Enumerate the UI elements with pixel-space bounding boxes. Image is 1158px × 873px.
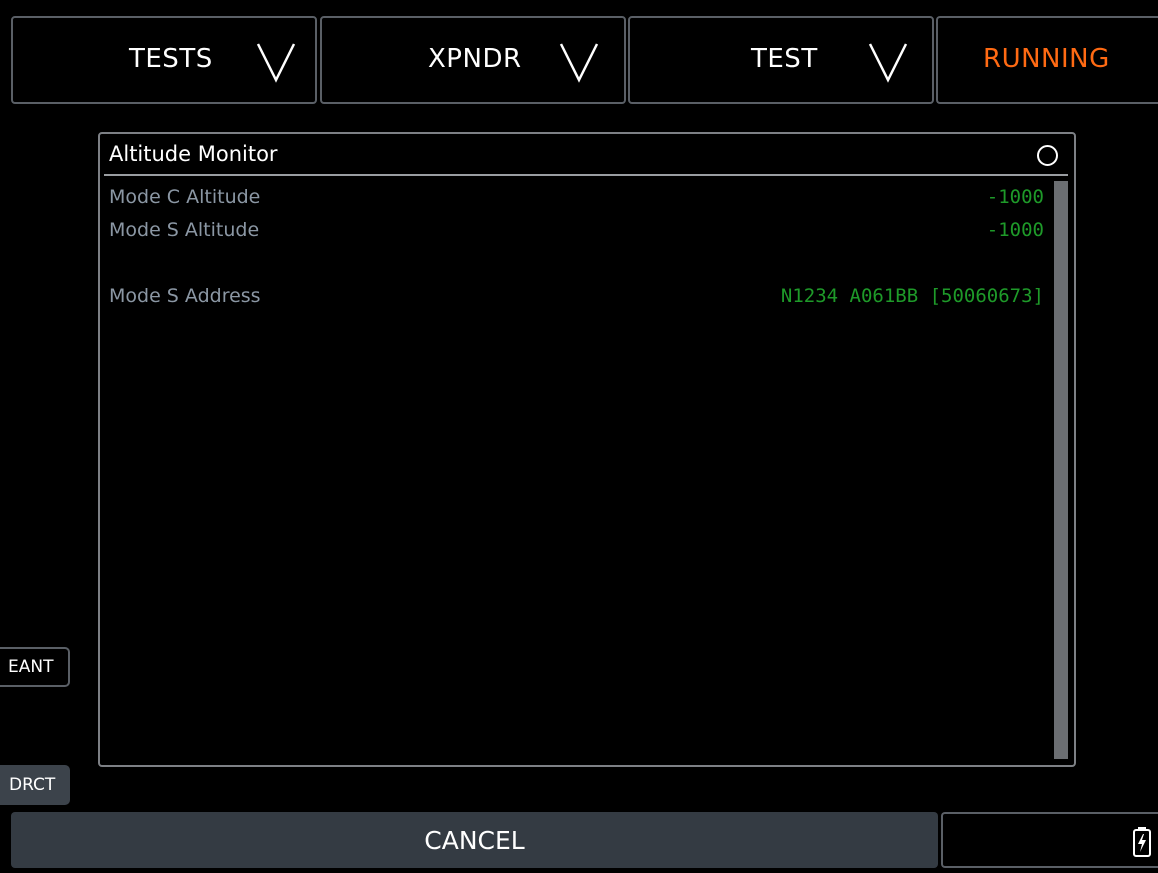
cancel-button[interactable]: CANCEL [11, 812, 938, 868]
circle-indicator-icon [1037, 145, 1058, 166]
battery-charging-icon [1133, 827, 1151, 857]
chevron-down-icon [256, 43, 296, 83]
mode-c-altitude-label: Mode C Altitude [109, 186, 261, 208]
xpndr-dropdown-label: XPNDR [428, 44, 522, 74]
mode-s-address-value: N1234 A061BB [50060673] [780, 285, 1044, 307]
altitude-monitor-panel: Altitude Monitor Mode C Altitude -1000 M… [98, 132, 1076, 767]
run-status-button[interactable]: RUNNING [936, 16, 1158, 104]
mode-s-altitude-label: Mode S Altitude [109, 219, 260, 241]
tests-dropdown-label: TESTS [129, 44, 213, 74]
title-divider [104, 174, 1068, 176]
test-dropdown[interactable]: TEST [628, 16, 934, 104]
test-dropdown-label: TEST [751, 44, 818, 74]
run-status-label: RUNNING [983, 44, 1110, 74]
xpndr-dropdown[interactable]: XPNDR [320, 16, 626, 104]
tests-dropdown[interactable]: TESTS [11, 16, 317, 104]
battery-status [941, 812, 1158, 868]
drct-button[interactable]: DRCT [0, 765, 70, 805]
chevron-down-icon [559, 43, 599, 83]
screen: TESTS XPNDR TEST RUNNING Altitude Monito… [0, 0, 1158, 873]
eant-button[interactable]: EANT [0, 647, 70, 687]
scrollbar[interactable] [1054, 181, 1068, 759]
panel-title: Altitude Monitor [109, 142, 278, 166]
chevron-down-icon [868, 43, 908, 83]
mode-s-address-label: Mode S Address [109, 285, 261, 307]
mode-c-altitude-value: -1000 [986, 186, 1044, 208]
mode-s-altitude-value: -1000 [986, 219, 1044, 241]
